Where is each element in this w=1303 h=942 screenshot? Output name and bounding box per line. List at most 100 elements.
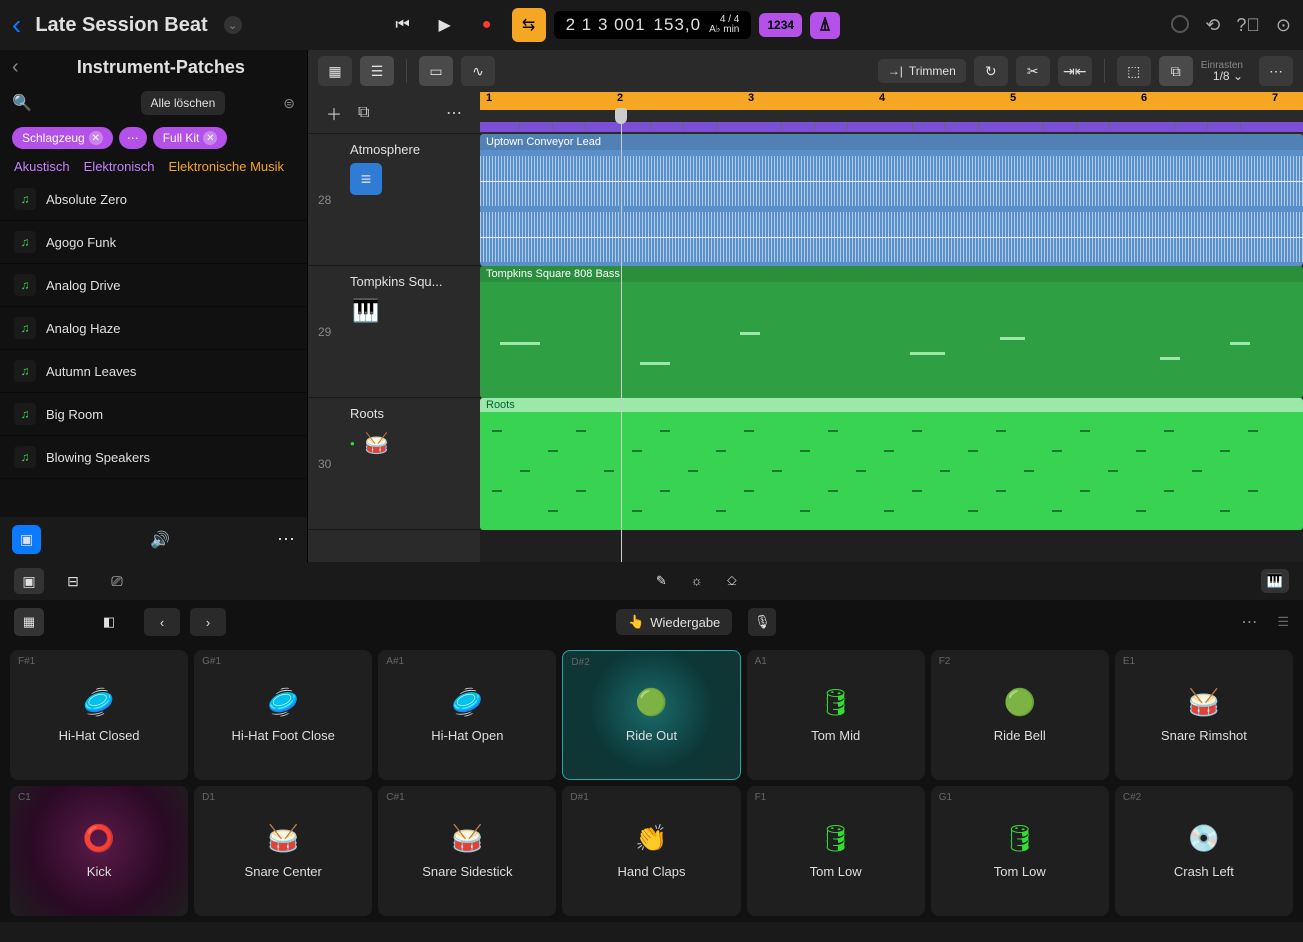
drum-note[interactable] — [660, 490, 670, 492]
mixer-icon[interactable]: ⎐ — [727, 573, 737, 589]
drum-pad[interactable]: G1🛢Tom Low — [931, 786, 1109, 916]
pad-menu-icon[interactable]: ☰ — [1277, 614, 1289, 630]
drum-note[interactable] — [1024, 470, 1034, 472]
track-name[interactable]: Tompkins Squ... — [350, 274, 470, 289]
toolbar-more-icon[interactable]: ⋯ — [1259, 56, 1293, 86]
drum-note[interactable] — [744, 430, 754, 432]
back-button[interactable]: ‹ — [12, 9, 21, 41]
drum-pad[interactable]: C1⭕Kick — [10, 786, 188, 916]
drum-pad[interactable]: C#1🥁Snare Sidestick — [378, 786, 556, 916]
subtag-elektronisch[interactable]: Elektronisch — [84, 159, 155, 174]
sidebar-more-icon[interactable]: ⋯ — [277, 529, 295, 550]
region-view-button[interactable]: ▭ — [419, 56, 453, 86]
drum-note[interactable] — [1080, 430, 1090, 432]
record-button[interactable]: ● — [470, 8, 504, 42]
editor-tab-1[interactable]: ▣ — [14, 568, 44, 594]
drum-note[interactable] — [884, 510, 894, 512]
drum-note[interactable] — [772, 470, 782, 472]
playback-mode-button[interactable]: 👆 Wiedergabe — [616, 609, 732, 635]
drum-note[interactable] — [940, 470, 950, 472]
pad-prev-button[interactable]: ‹ — [144, 608, 180, 636]
keyboard-track-icon[interactable]: 🎹 — [350, 295, 382, 327]
duplicate-track-icon[interactable]: ⧉ — [358, 104, 369, 122]
help-icon[interactable]: ?⃝ — [1236, 15, 1260, 36]
playhead[interactable] — [621, 108, 622, 562]
midi-note[interactable] — [1230, 342, 1250, 345]
pencil-tool-icon[interactable]: ✎ — [656, 573, 667, 589]
count-in-button[interactable]: 1234 — [759, 13, 802, 37]
drum-note[interactable] — [996, 490, 1006, 492]
midi-note[interactable] — [740, 332, 760, 335]
pad-panel-button[interactable]: ◧ — [94, 608, 124, 636]
editor-tab-3[interactable]: ⎚ — [102, 568, 132, 594]
rewind-button[interactable]: ⏮ — [386, 8, 420, 42]
drum-pad[interactable]: F#1🥏Hi-Hat Closed — [10, 650, 188, 780]
options-icon[interactable]: ⊜ — [283, 95, 295, 112]
drum-note[interactable] — [576, 490, 586, 492]
drum-note[interactable] — [716, 450, 726, 452]
patch-item[interactable]: ♫Blowing Speakers — [0, 436, 307, 479]
drum-note[interactable] — [968, 510, 978, 512]
drum-note[interactable] — [1192, 470, 1202, 472]
keyboard-icon[interactable]: 🎹 — [1261, 569, 1289, 593]
subtag-elektronische-musik[interactable]: Elektronische Musik — [168, 159, 284, 174]
scissors-icon[interactable]: ✂ — [1016, 56, 1050, 86]
sidebar-back-icon[interactable]: ‹ — [12, 56, 19, 79]
patch-item[interactable]: ♫Agogo Funk — [0, 221, 307, 264]
drum-note[interactable] — [716, 510, 726, 512]
audio-region[interactable]: Uptown Conveyor Lead — [480, 134, 1303, 266]
arrangement-marker[interactable] — [480, 122, 1303, 132]
grid-view-button[interactable]: ▦ — [318, 56, 352, 86]
trim-tool[interactable]: →| Trimmen — [878, 59, 966, 83]
snap-setting[interactable]: Einrasten 1/8 ⌄ — [1201, 60, 1243, 82]
patch-item[interactable]: ♫Big Room — [0, 393, 307, 436]
subtag-akustisch[interactable]: Akustisch — [14, 159, 70, 174]
drum-note[interactable] — [632, 450, 642, 452]
drum-note[interactable] — [1080, 490, 1090, 492]
pad-more-icon[interactable]: ⋯ — [1241, 612, 1257, 632]
lcd-display[interactable]: 2 1 3 001 153,0 4 / 4 A♭ min — [554, 11, 752, 39]
project-title[interactable]: Late Session Beat — [35, 14, 207, 37]
library-button[interactable]: ▣ — [12, 525, 41, 554]
drum-pad[interactable]: D#1👏Hand Claps — [562, 786, 740, 916]
join-icon[interactable]: ⇥⇤ — [1058, 56, 1092, 86]
drum-pad[interactable]: C#2💿Crash Left — [1115, 786, 1293, 916]
drum-note[interactable] — [856, 470, 866, 472]
cycle-range[interactable] — [480, 92, 1303, 110]
drum-note[interactable] — [1136, 510, 1146, 512]
midi-note[interactable] — [500, 342, 540, 345]
midi-region[interactable]: Tompkins Square 808 Bass — [480, 266, 1303, 398]
list-view-button[interactable]: ☰ — [360, 56, 394, 86]
drum-note[interactable] — [1220, 450, 1230, 452]
drum-note[interactable] — [996, 430, 1006, 432]
drum-note[interactable] — [884, 450, 894, 452]
volume-icon[interactable]: 🔊 — [150, 530, 170, 550]
drum-note[interactable] — [1108, 470, 1118, 472]
drum-note[interactable] — [576, 430, 586, 432]
undo-icon[interactable]: ⟲ — [1205, 15, 1220, 36]
play-button[interactable]: ▶ — [428, 8, 462, 42]
patch-item[interactable]: ♫Autumn Leaves — [0, 350, 307, 393]
drum-note[interactable] — [492, 430, 502, 432]
remove-tag-icon[interactable]: ✕ — [89, 131, 103, 145]
more-icon[interactable]: ⊙ — [1276, 15, 1291, 36]
drum-note[interactable] — [1164, 430, 1174, 432]
search-icon[interactable]: 🔍 — [12, 93, 32, 113]
drum-note[interactable] — [912, 430, 922, 432]
drum-note[interactable] — [800, 450, 810, 452]
midi-note[interactable] — [640, 362, 670, 365]
patch-item[interactable]: ♫Analog Drive — [0, 264, 307, 307]
drum-note[interactable] — [800, 510, 810, 512]
loop-tool-icon[interactable]: ↻ — [974, 56, 1008, 86]
remove-tag-icon[interactable]: ✕ — [203, 131, 217, 145]
marquee-icon[interactable]: ⬚ — [1117, 56, 1151, 86]
midi-note[interactable] — [910, 352, 945, 355]
drum-region[interactable]: Roots — [480, 398, 1303, 530]
drum-note[interactable] — [744, 490, 754, 492]
clear-all-button[interactable]: Alle löschen — [141, 91, 226, 115]
drum-note[interactable] — [1052, 450, 1062, 452]
drum-note[interactable] — [1248, 490, 1258, 492]
track-more-icon[interactable]: ⋯ — [446, 103, 462, 123]
track-name[interactable]: Roots — [350, 406, 470, 421]
drum-note[interactable] — [520, 470, 530, 472]
